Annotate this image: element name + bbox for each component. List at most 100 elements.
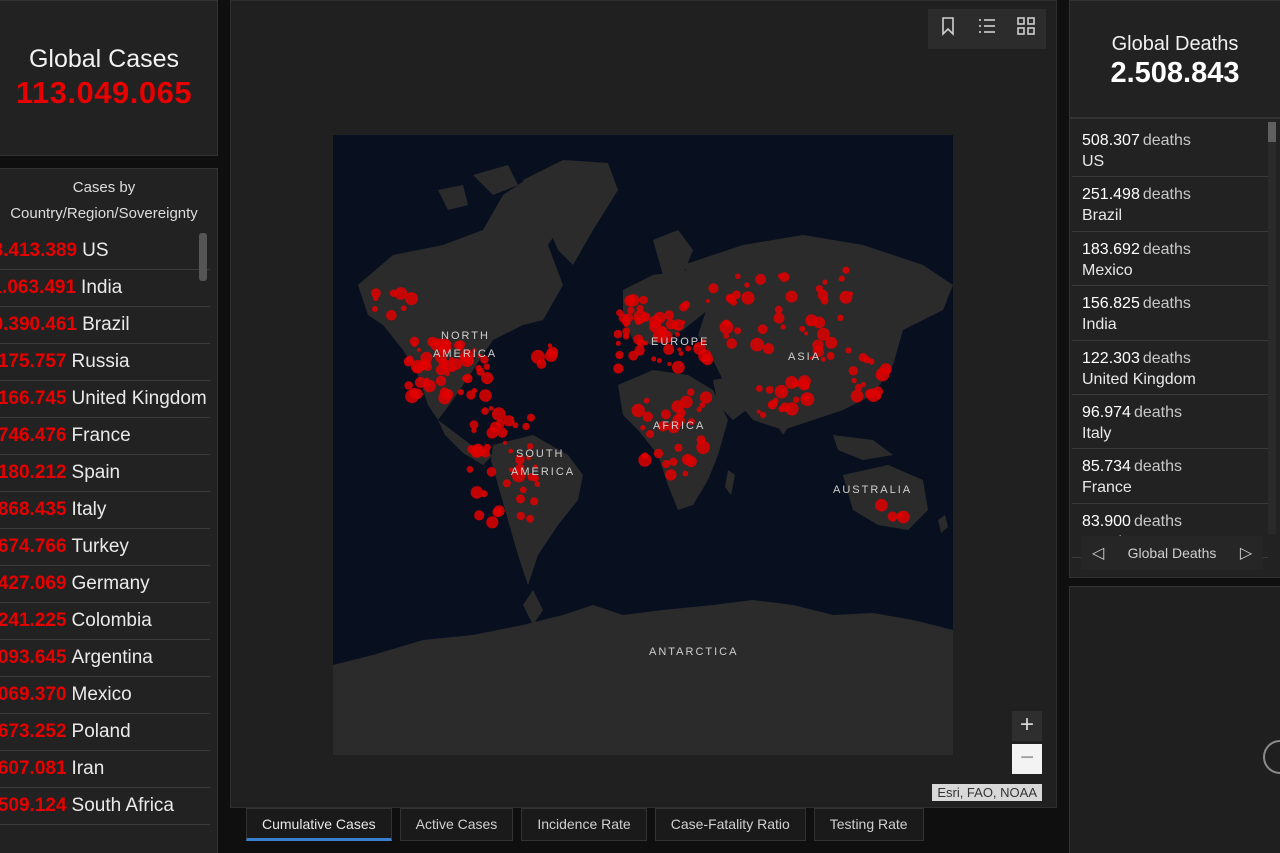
tab-case-fatality-ratio[interactable]: Case-Fatality Ratio xyxy=(654,808,806,841)
case-marker[interactable] xyxy=(762,343,775,355)
cases-list-item[interactable]: 10.390.461Brazil xyxy=(0,307,210,344)
case-marker[interactable] xyxy=(741,291,755,305)
world-map[interactable]: NORTH AMERICA EUROPE ASIA AFRICA SOUTH A… xyxy=(333,135,953,755)
cases-list-item[interactable]: 4.166.745United Kingdom xyxy=(0,381,210,418)
case-marker[interactable] xyxy=(615,340,621,346)
case-marker[interactable] xyxy=(649,320,662,333)
case-marker[interactable] xyxy=(394,287,408,300)
case-marker[interactable] xyxy=(865,389,875,399)
tab-testing-rate[interactable]: Testing Rate xyxy=(813,808,924,841)
case-marker[interactable] xyxy=(677,347,682,352)
case-marker[interactable] xyxy=(508,448,514,454)
case-marker[interactable] xyxy=(416,347,421,352)
case-marker[interactable] xyxy=(470,486,484,499)
case-marker[interactable] xyxy=(699,402,706,408)
case-marker[interactable] xyxy=(700,391,713,404)
case-marker[interactable] xyxy=(850,389,864,403)
deaths-list-item[interactable]: 85.734 deaths France xyxy=(1072,449,1268,504)
case-marker[interactable] xyxy=(496,419,505,429)
cases-list-item[interactable]: 4.175.757Russia xyxy=(0,344,210,381)
case-marker[interactable] xyxy=(674,443,683,452)
cases-list-item[interactable]: 1.509.124South Africa xyxy=(0,788,210,825)
deaths-list-item[interactable]: 96.974 deaths Italy xyxy=(1072,395,1268,450)
case-marker[interactable] xyxy=(503,415,515,427)
case-marker[interactable] xyxy=(643,397,650,404)
case-marker[interactable] xyxy=(826,351,835,360)
cases-list-item[interactable]: 2.427.069Germany xyxy=(0,566,210,603)
case-marker[interactable] xyxy=(820,356,826,362)
case-marker[interactable] xyxy=(492,507,502,518)
case-marker[interactable] xyxy=(527,413,535,422)
case-marker[interactable] xyxy=(386,310,397,321)
case-marker[interactable] xyxy=(778,405,786,413)
case-marker[interactable] xyxy=(371,306,378,312)
case-marker[interactable] xyxy=(719,320,734,335)
case-marker[interactable] xyxy=(660,409,671,420)
case-marker[interactable] xyxy=(669,457,678,466)
case-marker[interactable] xyxy=(427,336,438,347)
case-marker[interactable] xyxy=(708,283,719,294)
case-marker[interactable] xyxy=(682,300,691,309)
case-marker[interactable] xyxy=(474,510,485,521)
case-marker[interactable] xyxy=(875,498,888,512)
case-marker[interactable] xyxy=(435,364,447,376)
case-marker[interactable] xyxy=(772,397,779,404)
case-marker[interactable] xyxy=(678,351,684,356)
cases-list-item[interactable]: 2.868.435Italy xyxy=(0,492,210,529)
case-marker[interactable] xyxy=(639,295,648,305)
case-marker[interactable] xyxy=(726,338,737,349)
case-marker[interactable] xyxy=(466,466,474,473)
case-marker[interactable] xyxy=(483,443,491,451)
case-marker[interactable] xyxy=(665,469,677,481)
case-marker[interactable] xyxy=(664,310,675,320)
case-marker[interactable] xyxy=(756,409,761,414)
case-marker[interactable] xyxy=(462,375,469,382)
case-marker[interactable] xyxy=(681,453,694,466)
case-marker[interactable] xyxy=(768,402,774,408)
case-marker[interactable] xyxy=(799,325,806,332)
case-marker[interactable] xyxy=(845,347,852,354)
grid-icon[interactable] xyxy=(1013,16,1039,42)
case-marker[interactable] xyxy=(530,497,539,506)
case-marker[interactable] xyxy=(735,273,741,280)
case-marker[interactable] xyxy=(373,295,379,302)
case-marker[interactable] xyxy=(842,266,850,274)
case-marker[interactable] xyxy=(479,389,492,402)
case-marker[interactable] xyxy=(656,358,662,364)
bookmark-icon[interactable] xyxy=(935,16,961,42)
case-marker[interactable] xyxy=(414,376,426,388)
case-marker[interactable] xyxy=(785,290,798,303)
case-marker[interactable] xyxy=(755,385,763,392)
case-marker[interactable] xyxy=(536,359,547,369)
tab-cumulative-cases[interactable]: Cumulative Cases xyxy=(246,808,392,841)
case-marker[interactable] xyxy=(486,427,498,439)
deaths-list-item[interactable]: 251.498 deaths Brazil xyxy=(1072,177,1268,232)
case-marker[interactable] xyxy=(516,494,525,504)
case-marker[interactable] xyxy=(519,486,527,494)
case-marker[interactable] xyxy=(502,440,507,445)
case-marker[interactable] xyxy=(785,402,799,416)
case-marker[interactable] xyxy=(868,358,875,365)
cases-list-item[interactable]: 1.673.252Poland xyxy=(0,714,210,751)
chevron-right-icon[interactable]: ▷ xyxy=(1239,543,1253,563)
case-marker[interactable] xyxy=(682,470,689,477)
case-marker[interactable] xyxy=(734,327,742,335)
case-marker[interactable] xyxy=(502,479,511,488)
cases-list-item[interactable]: 2.674.766Turkey xyxy=(0,529,210,566)
cases-list-item[interactable]: 1.607.081Iran xyxy=(0,751,210,788)
case-marker[interactable] xyxy=(880,363,892,375)
case-marker[interactable] xyxy=(545,349,558,362)
case-marker[interactable] xyxy=(412,364,421,373)
case-marker[interactable] xyxy=(526,514,534,523)
case-marker[interactable] xyxy=(780,324,786,330)
case-marker[interactable] xyxy=(491,407,506,421)
deaths-list-item[interactable]: 122.303 deaths United Kingdom xyxy=(1072,341,1268,395)
case-marker[interactable] xyxy=(613,329,623,339)
cases-list-item[interactable]: 3.180.212Spain xyxy=(0,455,210,492)
case-marker[interactable] xyxy=(624,332,629,337)
deaths-list-item[interactable]: 508.307 deaths US xyxy=(1072,123,1268,178)
deaths-list-scroll-thumb[interactable] xyxy=(1268,122,1276,142)
case-marker[interactable] xyxy=(774,305,783,314)
case-marker[interactable] xyxy=(854,383,863,392)
case-marker[interactable] xyxy=(627,306,635,314)
